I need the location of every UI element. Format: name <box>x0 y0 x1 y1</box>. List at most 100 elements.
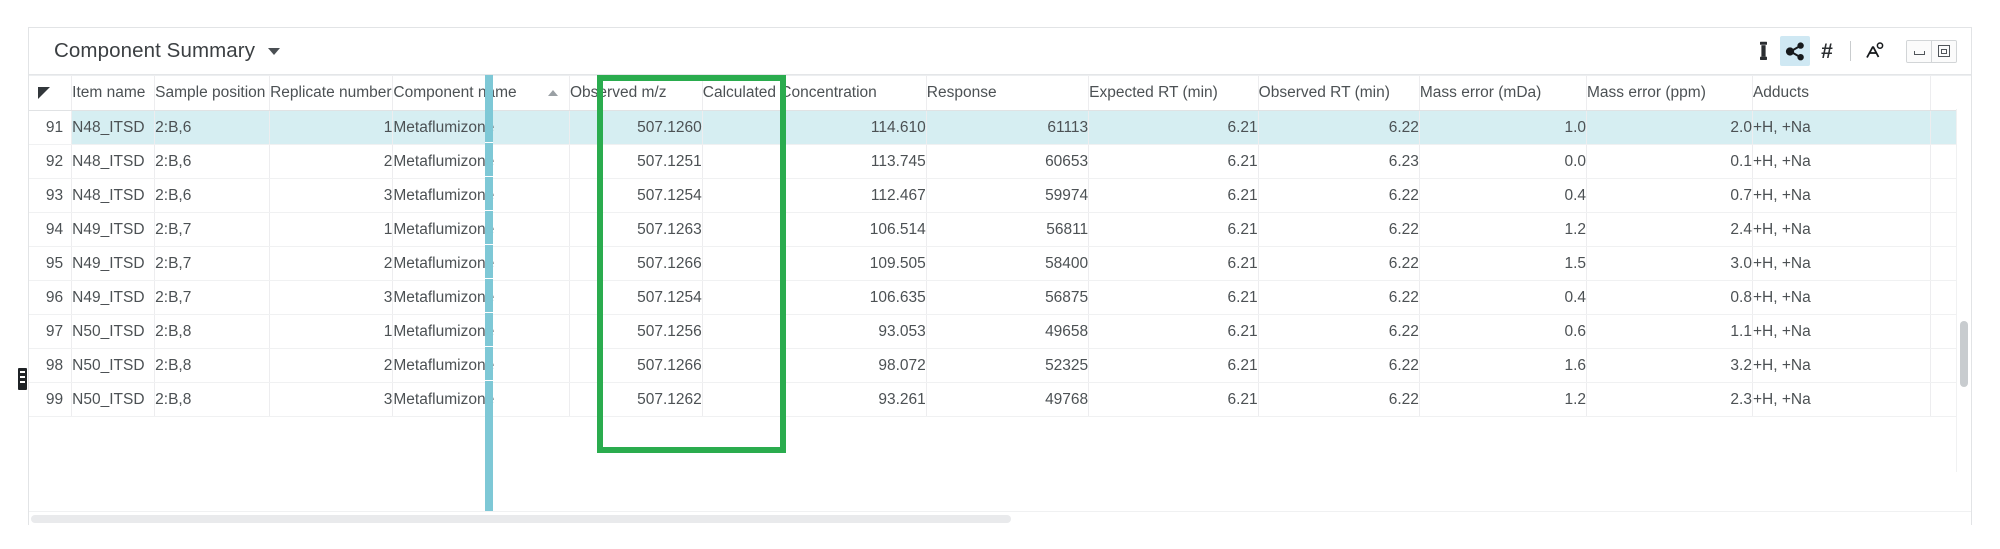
cell-sample_position[interactable]: 2:B,7 <box>154 280 271 315</box>
column-header-calculated-concentration[interactable]: Calculated Concentration <box>702 75 927 111</box>
table-row[interactable]: 97 N50_ITSD 2:B,8 1 Metaflumizone 507.1256 93.… <box>29 314 1971 349</box>
cell-mass_error_mda[interactable]: 1.5 <box>1419 246 1588 281</box>
cell-response[interactable]: 59974 <box>926 178 1090 213</box>
cell-sample_position[interactable]: 2:B,8 <box>154 348 271 383</box>
vertical-scrollbar[interactable] <box>1956 109 1971 472</box>
vertical-scrollbar-thumb[interactable] <box>1960 321 1968 387</box>
cell-expected_rt[interactable]: 6.21 <box>1088 314 1259 349</box>
cell-response[interactable]: 61113 <box>926 110 1090 145</box>
chevron-down-icon[interactable] <box>268 47 281 55</box>
cell-item_name[interactable]: N48_ITSD <box>71 178 156 213</box>
cell-observed_rt[interactable]: 6.22 <box>1258 212 1420 247</box>
cell-observed_rt[interactable]: 6.22 <box>1258 110 1420 145</box>
cell-mass_error_mda[interactable]: 0.4 <box>1419 280 1588 315</box>
cell-adducts[interactable]: +H, +Na <box>1752 382 1931 417</box>
cell-item_name[interactable]: N49_ITSD <box>71 280 156 315</box>
cell-calculated_concentration[interactable]: 109.505 <box>702 246 927 281</box>
cell-expected_rt[interactable]: 6.21 <box>1088 178 1259 213</box>
cell-mass_error_mda[interactable]: 1.2 <box>1419 212 1588 247</box>
cell-mass_error_mda[interactable]: 0.4 <box>1419 178 1588 213</box>
cell-expected_rt[interactable]: 6.21 <box>1088 246 1259 281</box>
cell-replicate_number[interactable]: 2 <box>269 348 394 383</box>
cell-mass_error_mda[interactable]: 1.6 <box>1419 348 1588 383</box>
cell-response[interactable]: 56811 <box>926 212 1090 247</box>
cell-response[interactable]: 60653 <box>926 144 1090 179</box>
column-header-observed-rt[interactable]: Observed RT (min) <box>1258 75 1420 111</box>
cell-replicate_number[interactable]: 1 <box>269 314 394 349</box>
cell-replicate_number[interactable]: 3 <box>269 280 394 315</box>
cell-response[interactable]: 56875 <box>926 280 1090 315</box>
table-row[interactable]: 91 N48_ITSD 2:B,6 1 Metaflumizone 507.1260 114… <box>29 110 1971 145</box>
table-row[interactable]: 99 N50_ITSD 2:B,8 3 Metaflumizone 507.1262 93.… <box>29 382 1971 417</box>
cell-expected_rt[interactable]: 6.21 <box>1088 144 1259 179</box>
cell-observed_mz[interactable]: 507.1263 <box>569 212 703 247</box>
row-number-cell[interactable]: 98 <box>29 348 73 383</box>
row-number-cell[interactable]: 96 <box>29 280 73 315</box>
cell-component_name[interactable]: Metaflumizone <box>392 110 570 145</box>
cell-calculated_concentration[interactable]: 93.261 <box>702 382 927 417</box>
cell-mass_error_mda[interactable]: 1.2 <box>1419 382 1588 417</box>
cell-response[interactable]: 58400 <box>926 246 1090 281</box>
cell-observed_rt[interactable]: 6.23 <box>1258 144 1420 179</box>
cell-response[interactable]: 49658 <box>926 314 1090 349</box>
column-header-component-name[interactable]: Component name <box>392 75 570 111</box>
cell-expected_rt[interactable]: 6.21 <box>1088 110 1259 145</box>
hash-icon[interactable]: # <box>1812 36 1842 66</box>
table-row[interactable]: 94 N49_ITSD 2:B,7 1 Metaflumizone 507.1263 106… <box>29 212 1971 247</box>
cell-observed_mz[interactable]: 507.1266 <box>569 246 703 281</box>
pane-resize-handle[interactable] <box>18 368 27 390</box>
cell-observed_rt[interactable]: 6.22 <box>1258 348 1420 383</box>
cell-adducts[interactable]: +H, +Na <box>1752 246 1931 281</box>
cell-response[interactable]: 52325 <box>926 348 1090 383</box>
cell-adducts[interactable]: +H, +Na <box>1752 348 1931 383</box>
cell-component_name[interactable]: Metaflumizone <box>392 212 570 247</box>
cell-sample_position[interactable]: 2:B,7 <box>154 246 271 281</box>
cell-replicate_number[interactable]: 3 <box>269 382 394 417</box>
cell-replicate_number[interactable]: 3 <box>269 178 394 213</box>
cell-calculated_concentration[interactable]: 98.072 <box>702 348 927 383</box>
cell-sample_position[interactable]: 2:B,6 <box>154 178 271 213</box>
row-number-cell[interactable]: 91 <box>29 110 73 145</box>
cell-component_name[interactable]: Metaflumizone <box>392 348 570 383</box>
cell-observed_rt[interactable]: 6.22 <box>1258 246 1420 281</box>
cell-component_name[interactable]: Metaflumizone <box>392 314 570 349</box>
cell-mass_error_ppm[interactable]: 2.0 <box>1586 110 1753 145</box>
cell-mass_error_mda[interactable]: 0.6 <box>1419 314 1588 349</box>
cell-component_name[interactable]: Metaflumizone <box>392 246 570 281</box>
column-header-observed-mz[interactable]: Observed m/z <box>569 75 703 111</box>
cell-observed_rt[interactable]: 6.22 <box>1258 178 1420 213</box>
cell-expected_rt[interactable]: 6.21 <box>1088 280 1259 315</box>
column-header-adducts[interactable]: Adducts <box>1752 75 1931 111</box>
cell-calculated_concentration[interactable]: 93.053 <box>702 314 927 349</box>
column-header-expected-rt[interactable]: Expected RT (min) <box>1088 75 1259 111</box>
cell-mass_error_ppm[interactable]: 1.1 <box>1586 314 1753 349</box>
row-number-cell[interactable]: 95 <box>29 246 73 281</box>
molecule-settings-icon[interactable] <box>1859 36 1889 66</box>
cell-adducts[interactable]: +H, +Na <box>1752 178 1931 213</box>
cell-sample_position[interactable]: 2:B,8 <box>154 382 271 417</box>
cell-replicate_number[interactable]: 1 <box>269 212 394 247</box>
table-row[interactable]: 93 N48_ITSD 2:B,6 3 Metaflumizone 507.1254 112… <box>29 178 1971 213</box>
panel-title-group[interactable]: Component Summary <box>54 39 281 63</box>
cell-item_name[interactable]: N50_ITSD <box>71 314 156 349</box>
cell-mass_error_ppm[interactable]: 0.8 <box>1586 280 1753 315</box>
cell-sample_position[interactable]: 2:B,6 <box>154 110 271 145</box>
cell-item_name[interactable]: N50_ITSD <box>71 348 156 383</box>
cell-component_name[interactable]: Metaflumizone <box>392 178 570 213</box>
cell-mass_error_ppm[interactable]: 3.0 <box>1586 246 1753 281</box>
cell-item_name[interactable]: N49_ITSD <box>71 246 156 281</box>
cell-expected_rt[interactable]: 6.21 <box>1088 382 1259 417</box>
column-header-trailing[interactable] <box>1930 75 1971 111</box>
cell-adducts[interactable]: +H, +Na <box>1752 314 1931 349</box>
cell-adducts[interactable]: +H, +Na <box>1752 144 1931 179</box>
cell-observed_rt[interactable]: 6.22 <box>1258 382 1420 417</box>
column-header-response[interactable]: Response <box>926 75 1090 111</box>
cell-expected_rt[interactable]: 6.21 <box>1088 348 1259 383</box>
cell-sample_position[interactable]: 2:B,8 <box>154 314 271 349</box>
row-number-cell[interactable]: 94 <box>29 212 73 247</box>
column-header-replicate-number[interactable]: Replicate number <box>269 75 394 111</box>
table-row[interactable]: 92 N48_ITSD 2:B,6 2 Metaflumizone 507.1251 113… <box>29 144 1971 179</box>
cell-calculated_concentration[interactable]: 114.610 <box>702 110 927 145</box>
row-number-cell[interactable]: 93 <box>29 178 73 213</box>
cell-observed_rt[interactable]: 6.22 <box>1258 280 1420 315</box>
